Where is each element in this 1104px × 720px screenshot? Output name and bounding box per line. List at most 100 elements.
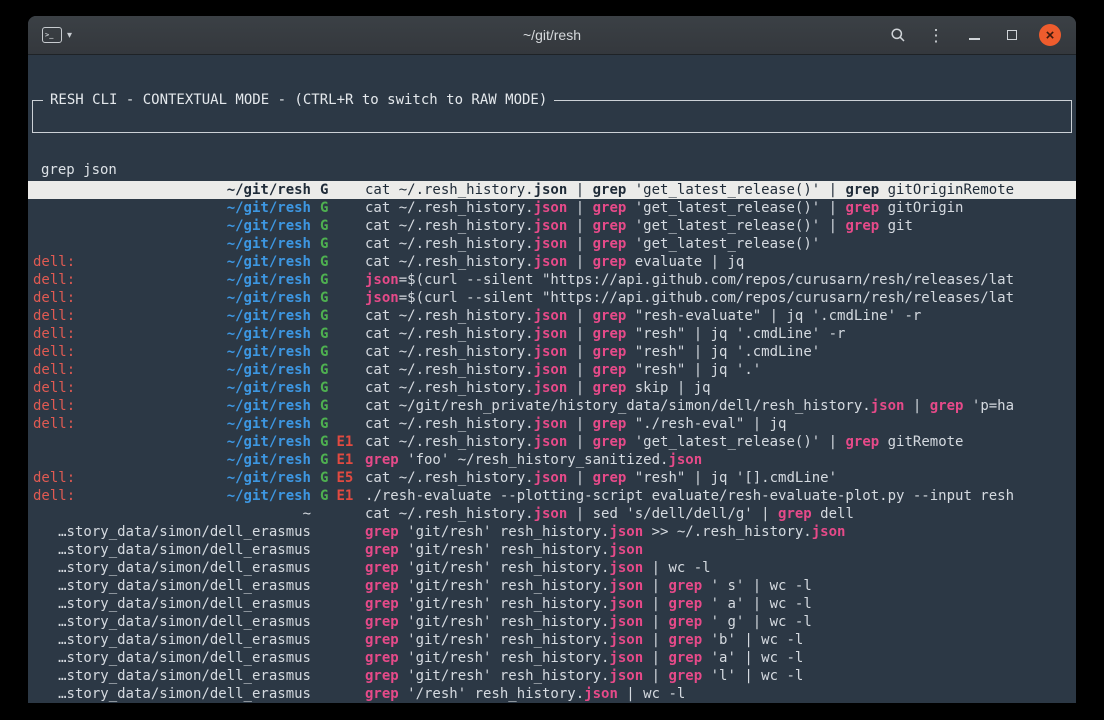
search-query-input[interactable]: grep json — [33, 155, 1071, 179]
history-row[interactable]: dell:~/git/reshGcat ~/.resh_history.json… — [28, 307, 1076, 325]
history-row[interactable]: …story_data/simon/dell_erasmusgrep 'git/… — [28, 559, 1076, 577]
query-match: grep — [778, 506, 812, 522]
command-text: grep 'foo' ~/resh_history_sanitized.json — [365, 451, 1072, 469]
git-flag: G — [320, 362, 328, 378]
query-match: grep — [593, 344, 627, 360]
host-label: dell: — [33, 469, 75, 487]
history-row[interactable]: dell:~/git/reshGcat ~/git/resh_private/h… — [28, 397, 1076, 415]
history-row[interactable]: dell:~/git/reshGcat ~/.resh_history.json… — [28, 379, 1076, 397]
history-row[interactable]: …story_data/simon/dell_erasmusgrep '/res… — [28, 685, 1076, 703]
history-row[interactable]: …story_data/simon/dell_erasmusgrep 'git/… — [28, 631, 1076, 649]
row-flags — [311, 595, 365, 613]
row-context: ~/git/resh — [33, 217, 311, 235]
git-flag: G — [320, 218, 328, 234]
history-row[interactable]: ~/git/resh Gcat ~/.resh_history.json | gr… — [28, 217, 1076, 235]
history-row[interactable]: …story_data/simon/dell_erasmusgrep 'git/… — [28, 667, 1076, 685]
history-row[interactable]: …story_data/simon/dell_erasmusgrep 'git/… — [28, 613, 1076, 631]
history-row[interactable]: …story_data/simon/dell_erasmusgrep 'git/… — [28, 649, 1076, 667]
close-button[interactable]: × — [1036, 21, 1064, 49]
history-row[interactable]: ~/git/reshGE1grep 'foo' ~/resh_history_s… — [28, 451, 1076, 469]
row-flags: GE1 — [311, 433, 365, 451]
close-icon: × — [1039, 24, 1061, 46]
query-match: grep — [365, 578, 399, 594]
query-match: grep — [593, 254, 627, 270]
directory-label: ~ — [303, 505, 311, 523]
query-match: json — [609, 614, 643, 630]
row-context: dell:~/git/resh — [33, 271, 311, 289]
host-label: dell: — [33, 253, 75, 271]
history-row[interactable]: dell:~/git/reshGcat ~/.resh_history.json… — [28, 415, 1076, 433]
directory-label: ~/git/resh — [227, 451, 311, 469]
host-label: dell: — [33, 397, 75, 415]
history-row[interactable]: ~/git/reshGcat ~/.resh_history.json | gr… — [28, 235, 1076, 253]
row-context: dell:~/git/resh — [33, 415, 311, 433]
history-row[interactable]: dell:~/git/reshGcat ~/.resh_history.json… — [28, 361, 1076, 379]
query-match: json — [609, 632, 643, 648]
history-list: ~/git/reshGcat ~/.resh_history.json | gr… — [28, 181, 1076, 703]
directory-label: ~/git/resh — [227, 433, 311, 451]
history-row[interactable]: …story_data/simon/dell_erasmusgrep 'git/… — [28, 541, 1076, 559]
terminal-content: RESH CLI - CONTEXTUAL MODE - (CTRL+R to … — [28, 55, 1076, 703]
history-row[interactable]: ~/git/reshGE1cat ~/.resh_history.json | … — [28, 433, 1076, 451]
query-match: grep — [365, 614, 399, 630]
query-match: grep — [845, 218, 879, 234]
query-match: grep — [593, 416, 627, 432]
menu-button[interactable]: ⋮ — [922, 21, 950, 49]
row-context: dell:~/git/resh — [33, 253, 311, 271]
query-match: grep — [593, 362, 627, 378]
row-flags: GE5 — [311, 469, 365, 487]
query-match: json — [609, 560, 643, 576]
row-flags — [311, 559, 365, 577]
row-context: …story_data/simon/dell_erasmus — [33, 613, 311, 631]
history-row[interactable]: dell:~/git/reshGE5cat ~/.resh_history.js… — [28, 469, 1076, 487]
git-flag: G — [320, 380, 328, 396]
history-row[interactable]: dell:~/git/reshGcat ~/.resh_history.json… — [28, 325, 1076, 343]
minimize-button[interactable] — [960, 21, 988, 49]
command-text: cat ~/.resh_history.json | grep 'get_lat… — [365, 235, 1072, 253]
query-match: grep — [668, 596, 702, 612]
row-context: …story_data/simon/dell_erasmus — [33, 559, 311, 577]
command-text: cat ~/.resh_history.json | grep "resh-ev… — [365, 307, 1072, 325]
query-match: grep — [365, 524, 399, 540]
history-row[interactable]: …story_data/simon/dell_erasmusgrep 'git/… — [28, 595, 1076, 613]
row-context: ~/git/resh — [33, 433, 311, 451]
row-flags: G — [311, 271, 365, 289]
history-row[interactable]: dell:~/git/reshGcat ~/.resh_history.json… — [28, 343, 1076, 361]
history-row[interactable]: …story_data/simon/dell_erasmusgrep 'git/… — [28, 523, 1076, 541]
directory-label: ~/git/resh — [227, 415, 311, 433]
command-text: cat ~/.resh_history.json | grep 'get_lat… — [365, 217, 1072, 235]
row-context: dell:~/git/resh — [33, 379, 311, 397]
history-row[interactable]: dell:~/git/reshGcat ~/.resh_history.json… — [28, 253, 1076, 271]
history-row[interactable]: dell:~/git/reshGE1./resh-evaluate --plot… — [28, 487, 1076, 505]
row-context: …story_data/simon/dell_erasmus — [33, 649, 311, 667]
query-match: json — [609, 668, 643, 684]
query-match: json — [534, 380, 568, 396]
host-label: dell: — [33, 325, 75, 343]
error-flag: E1 — [336, 488, 353, 504]
search-button[interactable] — [884, 21, 912, 49]
host-label: dell: — [33, 343, 75, 361]
git-flag: G — [320, 488, 328, 504]
row-context: dell:~/git/resh — [33, 289, 311, 307]
history-row[interactable]: ~cat ~/.resh_history.json | sed 's/dell/… — [28, 505, 1076, 523]
history-row[interactable]: dell:~/git/reshGjson=$(curl --silent "ht… — [28, 289, 1076, 307]
directory-label: ~/git/resh — [227, 307, 311, 325]
restore-button[interactable] — [998, 21, 1026, 49]
directory-label: ~/git/resh — [227, 289, 311, 307]
row-context: dell:~/git/resh — [33, 325, 311, 343]
row-flags — [311, 649, 365, 667]
titlebar[interactable]: >_ ▾ ~/git/resh ⋮ × — [28, 16, 1076, 55]
row-flags: G — [311, 415, 365, 433]
row-flags: G — [311, 397, 365, 415]
query-match: grep — [845, 434, 879, 450]
query-match: grep — [365, 686, 399, 702]
query-match: json — [609, 542, 643, 558]
query-match: json — [534, 470, 568, 486]
history-row[interactable]: dell:~/git/reshGjson=$(curl --silent "ht… — [28, 271, 1076, 289]
command-text: grep 'git/resh' resh_history.json | grep… — [365, 631, 1072, 649]
row-flags: G — [311, 235, 365, 253]
history-row[interactable]: …story_data/simon/dell_erasmusgrep 'git/… — [28, 577, 1076, 595]
restore-icon — [1007, 30, 1017, 40]
directory-label: ~/git/resh — [227, 397, 311, 415]
command-text: cat ~/.resh_history.json | grep 'get_lat… — [365, 433, 1072, 451]
